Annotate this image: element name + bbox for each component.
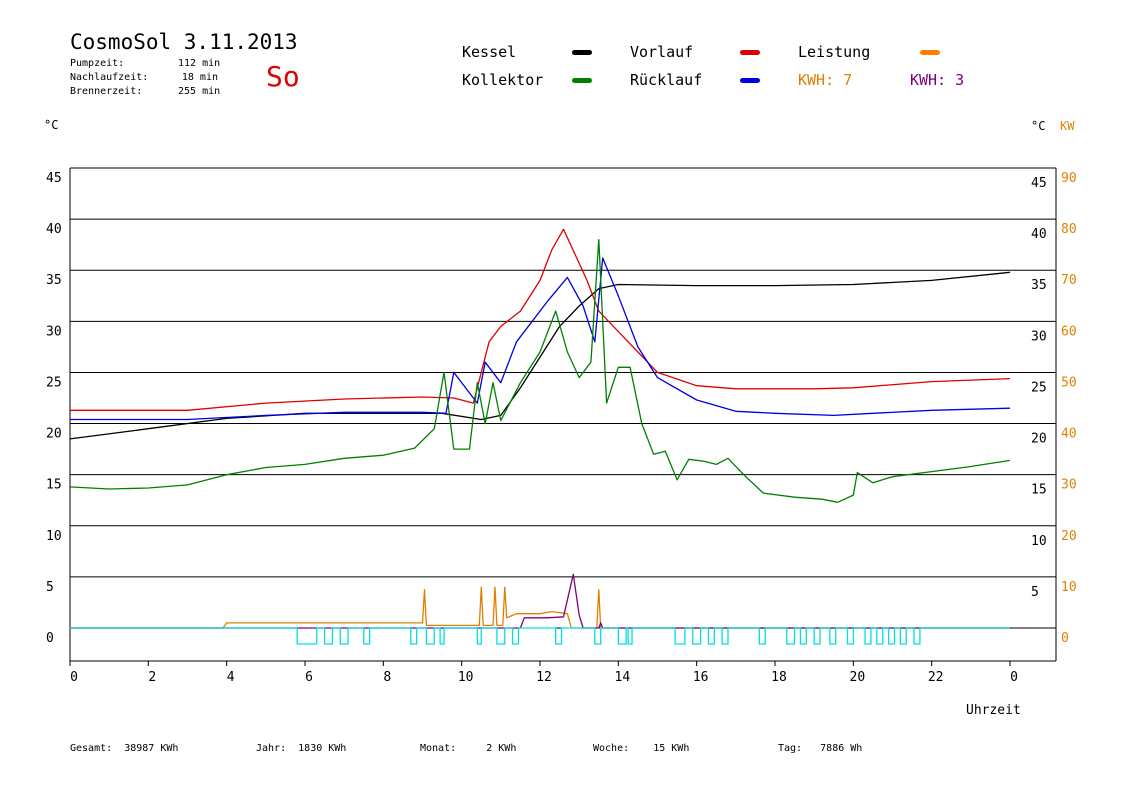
y-tick-label-right: 10 [1031,534,1047,549]
series-line-leistung [70,586,1010,629]
y-tick-label-right: 15 [1031,483,1047,498]
y2-tick-label: 0 [1061,631,1069,646]
x-tick-label: 0 [70,670,78,685]
y2-tick-label: 40 [1061,427,1077,442]
y2-tick-label: 90 [1061,171,1077,186]
y2-tick-label: 60 [1061,324,1077,339]
x-tick-label: 20 [850,670,866,685]
y-tick-label-right: 20 [1031,432,1047,447]
y-tick-label: 40 [46,222,62,237]
x-tick-label: 10 [458,670,474,685]
y-tick-label: 5 [46,580,54,595]
series-line-vorlauf [70,228,1011,411]
y-tick-label: 45 [46,171,62,186]
y-tick-label: 35 [46,273,62,288]
y-tick-label-right: 35 [1031,278,1047,293]
y-tick-label: 25 [46,375,62,390]
x-tick-label: 14 [615,670,631,685]
x-tick-label: 2 [148,670,156,685]
y-tick-label: 30 [46,324,62,339]
y-tick-label: 10 [46,529,62,544]
x-tick-label: 4 [227,670,235,685]
x-tick-label: 8 [383,670,391,685]
y2-tick-label: 70 [1061,273,1077,288]
x-tick-label: 22 [928,670,944,685]
temperature-chart: 0510152025303540455101520253035404501020… [46,167,1077,685]
y-tick-label-right: 40 [1031,227,1047,242]
series-line-r-cklauf [70,257,1011,421]
y-tick-label: 0 [46,631,54,646]
y-tick-label-right: 45 [1031,176,1047,191]
y2-tick-label: 10 [1061,580,1077,595]
y2-tick-label: 20 [1061,529,1077,544]
pump-status-line [70,627,1010,645]
y2-tick-label: 80 [1061,222,1077,237]
x-tick-label: 12 [536,670,552,685]
y2-tick-label: 30 [1061,478,1077,493]
series-line-leistung-2 [70,573,1010,629]
y-tick-label-right: 5 [1031,585,1039,600]
x-tick-label: 16 [693,670,709,685]
y-tick-label: 20 [46,427,62,442]
x-tick-label: 18 [771,670,787,685]
y2-tick-label: 50 [1061,375,1077,390]
y-tick-label: 15 [46,478,62,493]
x-tick-label: 0 [1010,670,1018,685]
x-tick-label: 6 [305,670,313,685]
y-tick-label-right: 30 [1031,329,1047,344]
y-tick-label-right: 25 [1031,380,1047,395]
